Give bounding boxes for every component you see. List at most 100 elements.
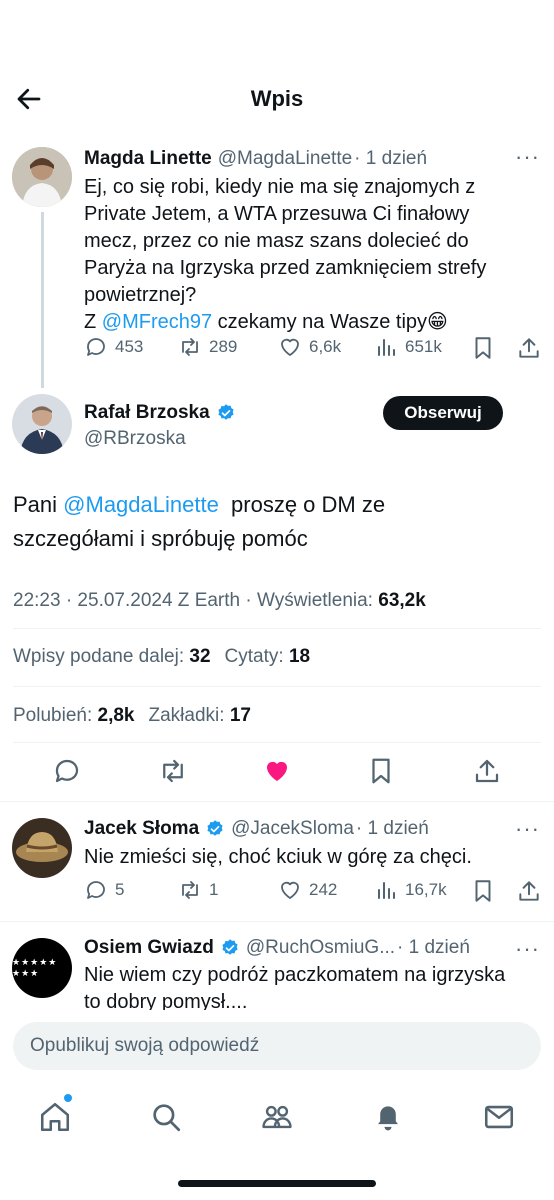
avatar[interactable]: ★★★★★ ★★★	[12, 938, 72, 998]
mention-link[interactable]: @MFrech97	[102, 311, 212, 333]
text-line: powietrznej?	[84, 284, 197, 306]
view-count: 651k	[405, 337, 442, 356]
stat-label: Wpisy podane dalej:	[13, 646, 190, 667]
author-handle[interactable]: @JacekSloma	[231, 818, 354, 840]
like-button[interactable]: 242	[278, 878, 337, 902]
repost-button[interactable]: 289	[178, 335, 237, 359]
verified-icon	[218, 404, 234, 420]
stat-value: 2,8k	[97, 705, 135, 726]
page-title: Wpis	[250, 86, 304, 111]
search-icon[interactable]	[149, 1100, 183, 1134]
repost-icon[interactable]	[158, 756, 188, 786]
text-line: Paryża na Igrzyska przed zamknięciem str…	[84, 257, 487, 279]
verified-icon	[207, 820, 223, 836]
repost-button[interactable]: 1	[178, 878, 218, 902]
reposts-link[interactable]: Wpisy podane dalej: 32	[13, 646, 211, 667]
quotes-link[interactable]: Cytaty: 18	[225, 646, 311, 667]
tweet-actions: 453 289 6,6k 651k	[84, 335, 544, 361]
author-name[interactable]: Jacek Słoma	[84, 818, 199, 840]
repost-stats: Wpisy podane dalej: 32 Cytaty: 18	[13, 646, 310, 668]
divider	[13, 742, 541, 743]
share-icon[interactable]	[516, 335, 542, 361]
notification-dot	[64, 1094, 72, 1102]
mention-link[interactable]: @MagdaLinette	[63, 492, 219, 517]
bookmark-icon[interactable]	[470, 335, 496, 361]
main-tweet-actions	[0, 756, 554, 788]
follow-button[interactable]: Obserwuj	[383, 396, 503, 430]
likes-link[interactable]: Polubień: 2,8k	[13, 705, 135, 726]
avatar[interactable]	[12, 394, 72, 454]
repost-count: 1	[209, 880, 219, 899]
heart-icon	[281, 881, 299, 899]
more-icon[interactable]: ···	[515, 818, 540, 840]
tweet-header: Osiem Gwiazd @RuchOsmiuG... · 1 dzień	[84, 937, 470, 959]
author-name[interactable]: Magda Linette	[84, 148, 212, 170]
text-fragment: czekamy na Wasze tipy😁	[212, 311, 448, 333]
view-count: 63,2k	[378, 590, 426, 611]
meta-text: 22:23 · 25.07.2024 Z Earth · Wyświetleni…	[13, 590, 379, 611]
divider	[13, 686, 541, 687]
verified-icon	[222, 939, 238, 955]
bookmark-icon[interactable]	[366, 756, 396, 786]
reply-button[interactable]: 453	[84, 335, 143, 359]
text-line: szczegółami i spróbuję pomóc	[13, 526, 308, 551]
avatar[interactable]	[12, 147, 72, 207]
author-handle[interactable]: @MagdaLinette	[218, 148, 352, 170]
tweet-header: Jacek Słoma @JacekSloma · 1 dzień	[84, 818, 429, 840]
author-handle[interactable]: @RBrzoska	[84, 428, 186, 450]
more-icon[interactable]: ···	[515, 938, 540, 960]
tweet-text: Ej, co się robi, kiedy nie ma się znajom…	[84, 174, 544, 336]
reply-icon	[87, 338, 105, 356]
bottom-nav	[0, 1090, 554, 1150]
reply-icon[interactable]	[52, 756, 82, 786]
author-name[interactable]: Rafał Brzoska	[84, 402, 210, 424]
top-bar: Wpis	[0, 70, 554, 126]
tweet-header: Magda Linette @MagdaLinette · 1 dzień	[84, 148, 427, 170]
like-button[interactable]: 6,6k	[278, 335, 341, 359]
repost-icon	[182, 338, 198, 356]
views-button[interactable]: 651k	[374, 335, 442, 359]
share-icon[interactable]	[516, 878, 542, 904]
bookmark-icon[interactable]	[470, 878, 496, 904]
like-count: 6,6k	[309, 337, 342, 356]
stat-label: Polubień:	[13, 705, 98, 726]
tweet-header: Rafał Brzoska	[84, 402, 236, 424]
text-line: Nie wiem czy podróż paczkomatem na igrzy…	[84, 964, 506, 986]
views-button[interactable]: 16,7k	[374, 878, 447, 902]
tweet-text: Nie wiem czy podróż paczkomatem na igrzy…	[84, 962, 544, 1016]
avatar[interactable]	[12, 818, 72, 878]
home-indicator	[178, 1180, 376, 1187]
mail-icon[interactable]	[482, 1100, 516, 1134]
bell-icon[interactable]	[371, 1100, 405, 1134]
home-icon[interactable]	[38, 1100, 72, 1134]
tweet-text: Nie zmieści się, choć kciuk w górę za ch…	[84, 846, 472, 868]
reply-button[interactable]: 5	[84, 878, 124, 902]
text-line: Z @MFrech97 czekamy na Wasze tipy😁	[84, 309, 544, 336]
divider	[13, 628, 541, 629]
text-fragment: proszę o DM ze	[218, 492, 386, 517]
share-icon[interactable]	[472, 756, 502, 786]
stat-value: 17	[229, 705, 251, 726]
heart-icon[interactable]	[262, 756, 292, 786]
text-fragment: Z	[84, 311, 102, 333]
text-fragment: Pani	[13, 492, 64, 517]
views-icon	[378, 339, 395, 356]
stat-label: Zakładki:	[148, 705, 230, 726]
divider	[0, 801, 554, 802]
author-name[interactable]: Osiem Gwiazd	[84, 937, 214, 959]
reply-icon	[87, 881, 105, 899]
heart-icon	[281, 338, 299, 356]
reply-input[interactable]: Opublikuj swoją odpowiedź	[13, 1022, 541, 1070]
author-handle[interactable]: @RuchOsmiuG...	[246, 937, 395, 959]
reply-count: 5	[115, 880, 125, 899]
tweet-meta: 22:23 · 25.07.2024 Z Earth · Wyświetleni…	[13, 590, 426, 612]
stat-value: 32	[189, 646, 211, 667]
tweet-time: · 1 dzień	[355, 818, 429, 839]
more-icon[interactable]: ···	[515, 146, 540, 168]
bookmarks-link[interactable]: Zakładki: 17	[149, 705, 251, 726]
communities-icon[interactable]	[260, 1100, 294, 1134]
like-stats: Polubień: 2,8k Zakładki: 17	[13, 705, 251, 727]
repost-icon	[182, 881, 198, 899]
tweet-text: Pani @MagdaLinette proszę o DM ze szczeg…	[13, 488, 533, 556]
text-line: Ej, co się robi, kiedy nie ma się znajom…	[84, 176, 476, 198]
